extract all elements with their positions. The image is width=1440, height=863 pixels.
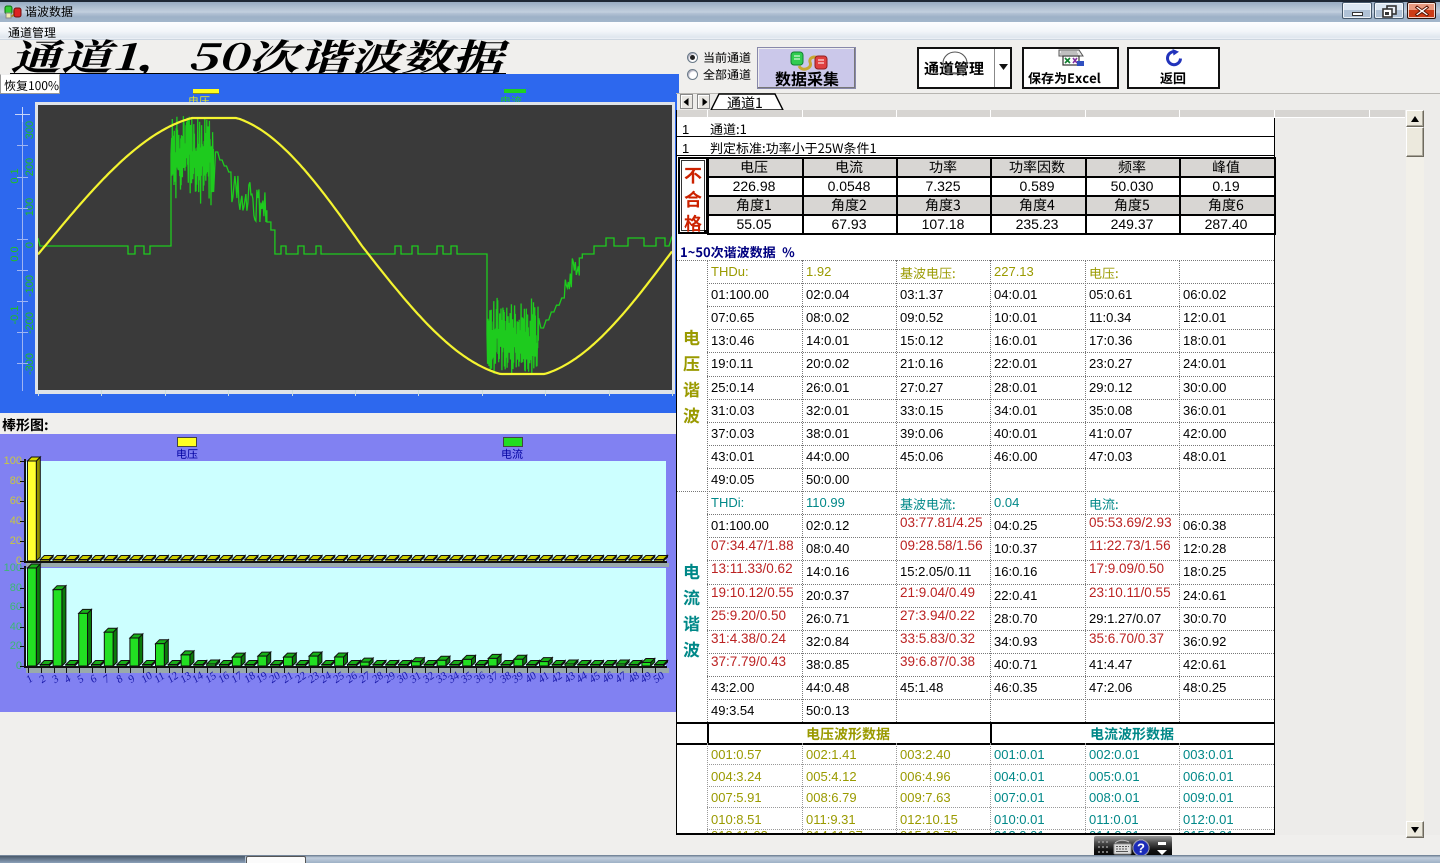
svg-text:?: ? (1137, 841, 1145, 856)
